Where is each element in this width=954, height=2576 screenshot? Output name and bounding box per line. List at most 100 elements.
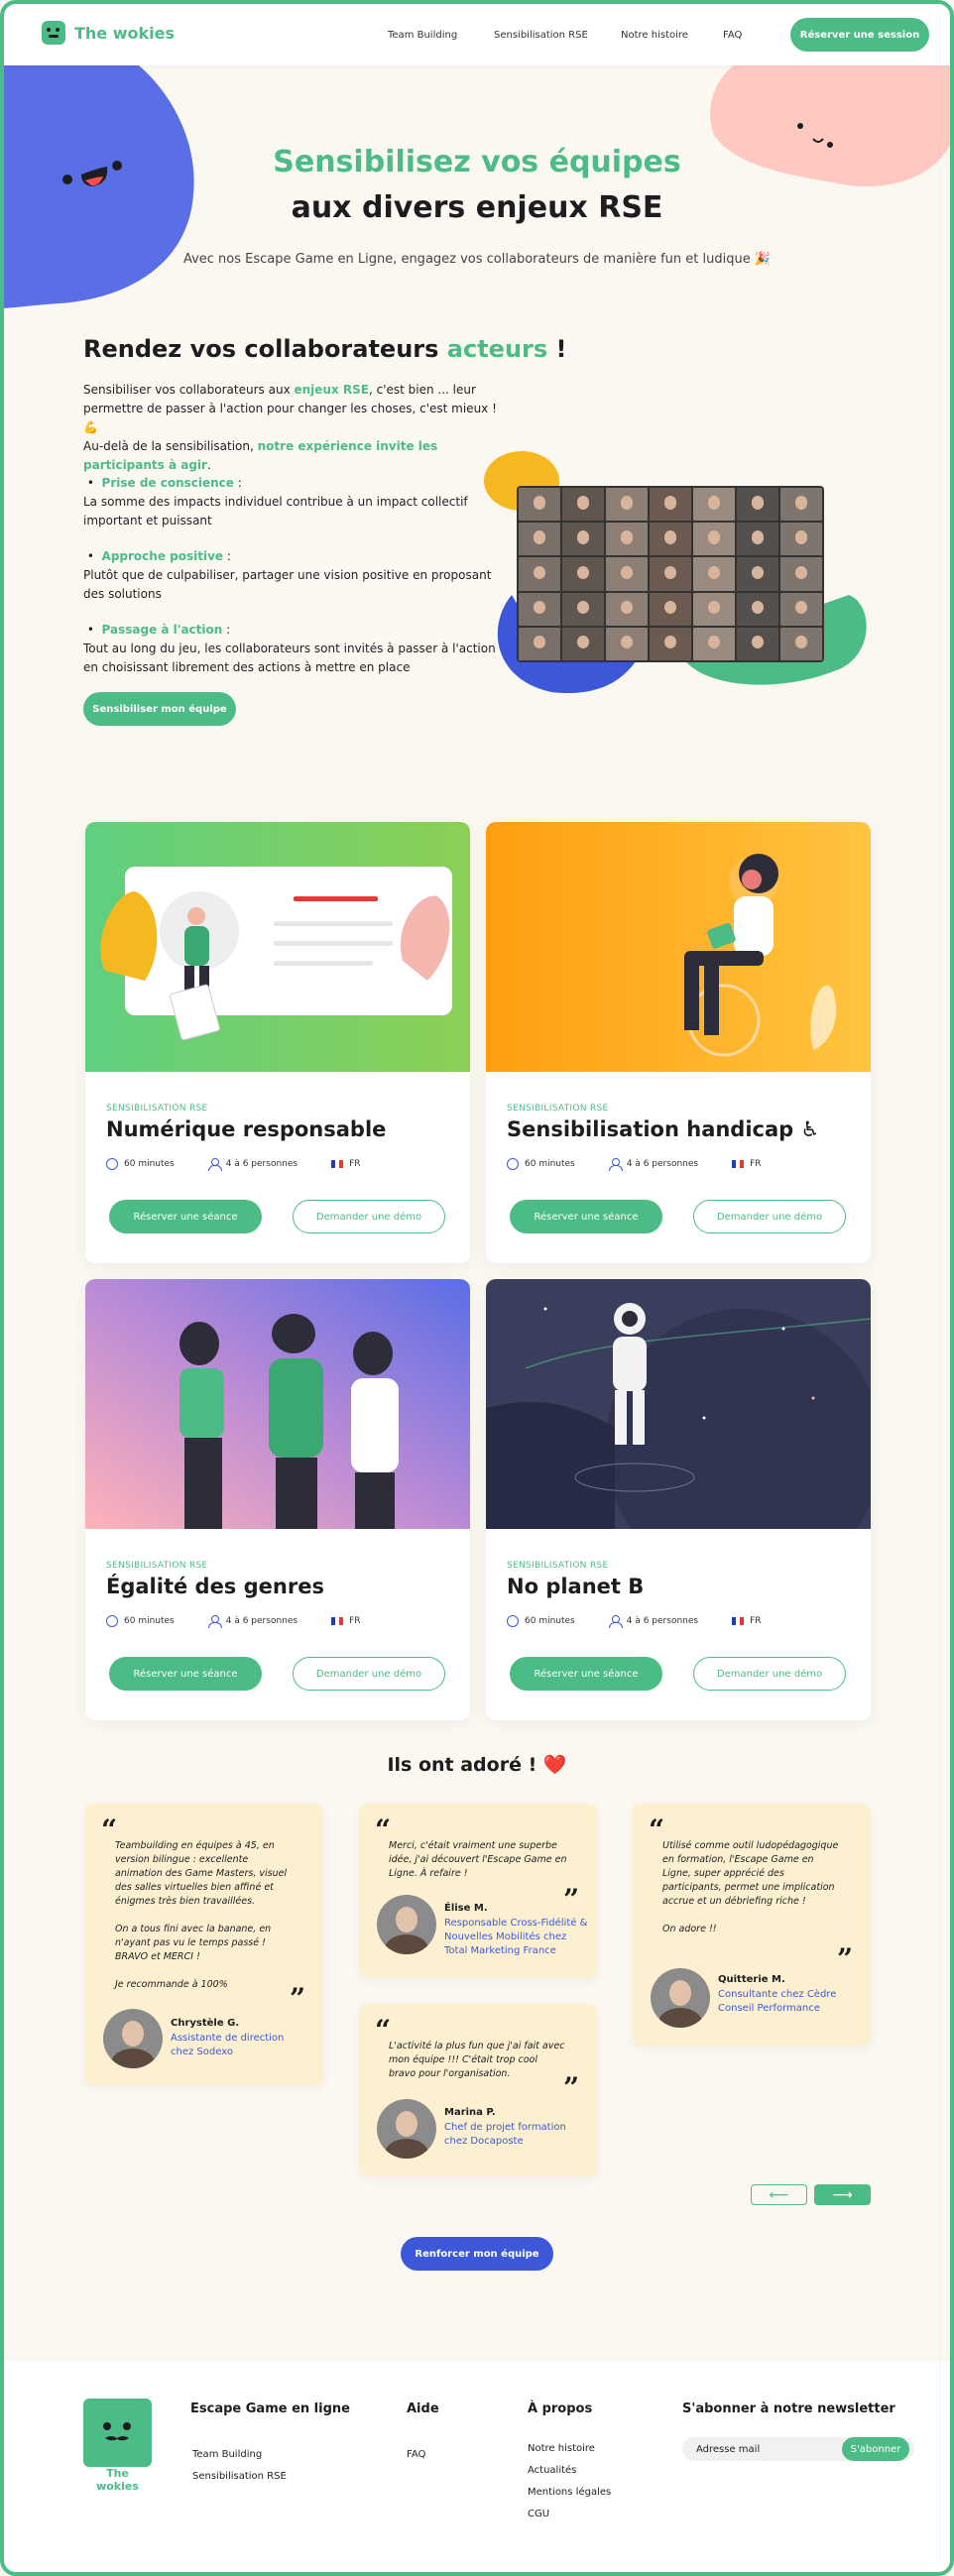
avatar bbox=[651, 1968, 710, 2028]
video-participant-tile bbox=[562, 592, 604, 626]
video-participant-tile bbox=[737, 523, 778, 556]
card-title: No planet B bbox=[507, 1575, 645, 1598]
people-label: 4 à 6 personnes bbox=[626, 1616, 699, 1626]
clock-icon bbox=[507, 1158, 519, 1170]
card-tag: SENSIBILISATION RSE bbox=[507, 1561, 609, 1571]
duration-label: 60 minutes bbox=[124, 1159, 175, 1169]
intro-title: Rendez vos collaborateurs acteurs ! bbox=[83, 335, 566, 363]
hero-subtitle: Avec nos Escape Game en Ligne, engagez v… bbox=[182, 252, 772, 267]
video-participant-tile bbox=[519, 488, 560, 522]
language-label: FR bbox=[750, 1616, 762, 1626]
bullet-title: Approche positive bbox=[101, 549, 224, 563]
video-participant-tile bbox=[606, 592, 648, 626]
book-session-button[interactable]: Réserver une séance bbox=[109, 1200, 262, 1233]
footer-link-team-building[interactable]: Team Building bbox=[192, 2449, 262, 2460]
language-label: FR bbox=[750, 1159, 762, 1169]
close-quote-icon: ” bbox=[563, 1883, 580, 1916]
testimonial-text: L'activité la plus fun que j'ai fait ave… bbox=[389, 2041, 565, 2079]
avatar bbox=[377, 2099, 436, 2159]
testimonial-name: Marina P. bbox=[444, 2107, 496, 2118]
carousel-prev-button[interactable]: ⟵ bbox=[751, 2184, 807, 2205]
footer-col-title: Aide bbox=[407, 2401, 439, 2416]
video-participant-tile bbox=[606, 523, 648, 556]
footer-col-title: À propos bbox=[528, 2401, 593, 2416]
book-session-button[interactable]: Réserver une séance bbox=[510, 1200, 662, 1233]
user-icon bbox=[207, 1158, 222, 1171]
request-demo-button[interactable]: Demander une démo bbox=[293, 1657, 445, 1691]
video-participant-tile bbox=[606, 488, 648, 522]
video-participant-tile bbox=[519, 523, 560, 556]
video-participant-tile bbox=[519, 592, 560, 626]
nav-link-notre-histoire[interactable]: Notre histoire bbox=[621, 30, 688, 41]
request-demo-button[interactable]: Demander une démo bbox=[293, 1200, 445, 1233]
intro-text: Au-delà de la sensibilisation, bbox=[83, 439, 258, 453]
footer-link-faq[interactable]: FAQ bbox=[407, 2449, 425, 2460]
video-participant-tile bbox=[650, 523, 691, 556]
nav-link-faq[interactable]: FAQ bbox=[723, 30, 742, 41]
intro-text: . bbox=[206, 458, 211, 472]
language-label: FR bbox=[349, 1616, 361, 1626]
footer-link-actualites[interactable]: Actualités bbox=[528, 2465, 576, 2476]
video-participant-tile bbox=[693, 523, 735, 556]
french-flag-icon bbox=[732, 1160, 745, 1168]
testimonial-card: “ Utilisé comme outil ludopédagogique en… bbox=[633, 1804, 871, 2046]
testimonial-text: Teambuilding en équipes à 45, en version… bbox=[115, 1840, 288, 1990]
footer-link-mentions[interactable]: Mentions légales bbox=[528, 2487, 611, 2498]
bullet-text: Tout au long du jeu, les collaborateurs … bbox=[83, 642, 496, 674]
video-participant-tile bbox=[693, 592, 735, 626]
testimonial-role: Chef de projet formation chez Docaposte bbox=[444, 2122, 566, 2147]
card-title: Sensibilisation handicap ♿ bbox=[507, 1117, 820, 1141]
video-participant-tile bbox=[650, 627, 691, 660]
reserve-session-button[interactable]: Réserver une session bbox=[790, 18, 929, 52]
card-meta: 60 minutes 4 à 6 personnes FR bbox=[507, 1158, 795, 1171]
video-participant-tile bbox=[650, 488, 691, 522]
video-participant-tile bbox=[519, 627, 560, 660]
bullet-item: • Prise de conscience : La somme des imp… bbox=[83, 476, 468, 527]
footer-link-sensibilisation[interactable]: Sensibilisation RSE bbox=[192, 2471, 287, 2482]
duration-label: 60 minutes bbox=[525, 1159, 575, 1169]
strengthen-team-button[interactable]: Renforcer mon équipe bbox=[401, 2237, 553, 2271]
user-icon bbox=[608, 1158, 623, 1171]
footer-brand: The wokies bbox=[96, 2467, 139, 2493]
card-title: Numérique responsable bbox=[106, 1117, 387, 1141]
no-planet-b-illustration bbox=[486, 1279, 871, 1529]
close-quote-icon: ” bbox=[837, 1942, 854, 1975]
footer-link-cgu[interactable]: CGU bbox=[528, 2509, 549, 2519]
game-card: SENSIBILISATION RSE Égalité des genres 6… bbox=[85, 1279, 470, 1720]
avatar bbox=[103, 2009, 163, 2068]
intro-highlight: enjeux RSE bbox=[294, 383, 369, 397]
testimonial-text: Merci, c'était vraiment une superbe idée… bbox=[389, 1840, 567, 1879]
nav-link-sensibilisation[interactable]: Sensibilisation RSE bbox=[494, 30, 588, 41]
bullet-text: La somme des impacts individuel contribu… bbox=[83, 495, 468, 527]
bullet-title: Passage à l'action bbox=[101, 623, 223, 637]
subscribe-button[interactable]: S'abonner bbox=[842, 2437, 909, 2461]
request-demo-button[interactable]: Demander une démo bbox=[693, 1657, 846, 1691]
carousel-next-button[interactable]: ⟶ bbox=[814, 2184, 871, 2205]
hero-title: aux divers enjeux RSE bbox=[291, 190, 663, 225]
book-session-button[interactable]: Réserver une séance bbox=[510, 1657, 662, 1691]
footer-logo[interactable] bbox=[83, 2399, 152, 2467]
card-tag: SENSIBILISATION RSE bbox=[106, 1561, 208, 1571]
intro-title-end: ! bbox=[547, 335, 567, 363]
top-nav: The wokies Team Building Sensibilisation… bbox=[4, 4, 950, 65]
request-demo-button[interactable]: Demander une démo bbox=[693, 1200, 846, 1233]
language-label: FR bbox=[349, 1159, 361, 1169]
testimonial-role: Assistante de direction chez Sodexo bbox=[171, 2033, 285, 2057]
footer-link-notre-histoire[interactable]: Notre histoire bbox=[528, 2443, 595, 2454]
video-call-illustration bbox=[482, 446, 874, 694]
video-participant-tile bbox=[562, 627, 604, 660]
game-card: SENSIBILISATION RSE No planet B 60 minut… bbox=[486, 1279, 871, 1720]
book-session-button[interactable]: Réserver une séance bbox=[109, 1657, 262, 1691]
disability-awareness-illustration bbox=[486, 822, 871, 1072]
blue-blob-mascot bbox=[0, 65, 194, 308]
brand-logo[interactable]: The wokies bbox=[42, 21, 175, 45]
nav-link-team-building[interactable]: Team Building bbox=[388, 30, 457, 41]
people-label: 4 à 6 personnes bbox=[225, 1616, 298, 1626]
testimonial-name: Élise M. bbox=[444, 1903, 488, 1914]
sensibiliser-button[interactable]: Sensibiliser mon équipe bbox=[83, 692, 236, 726]
user-icon bbox=[608, 1615, 623, 1628]
card-meta: 60 minutes 4 à 6 personnes FR bbox=[507, 1615, 795, 1628]
card-title: Égalité des genres bbox=[106, 1575, 324, 1598]
gender-equality-illustration bbox=[85, 1279, 470, 1529]
clock-icon bbox=[106, 1615, 118, 1627]
